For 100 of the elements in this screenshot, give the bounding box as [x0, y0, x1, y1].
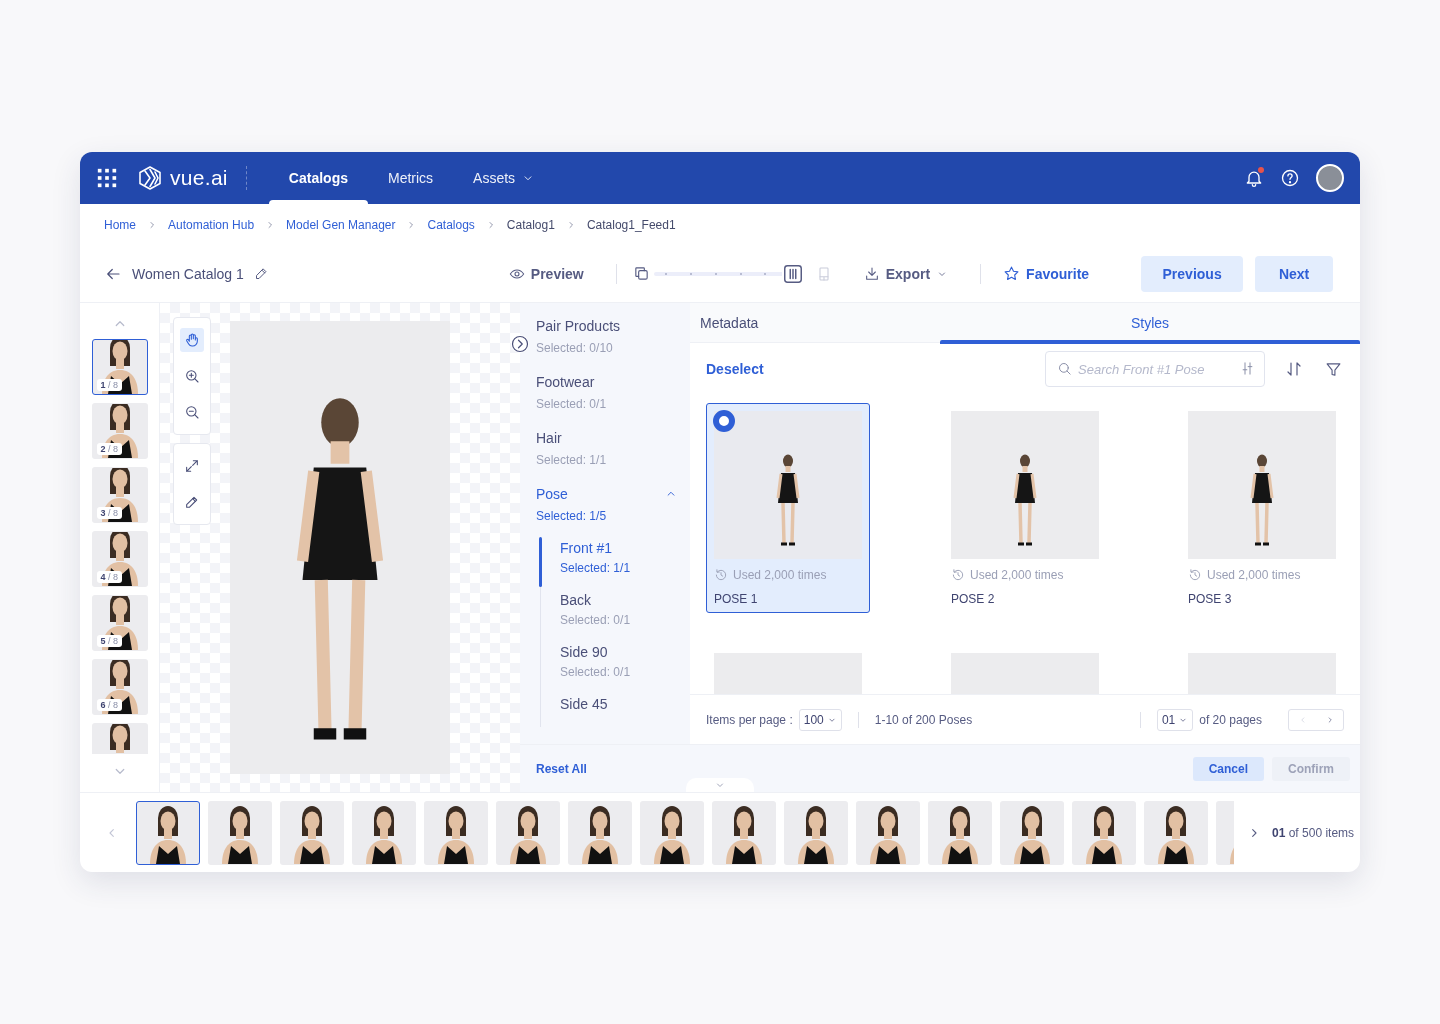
category-count: Selected: 0/1 — [536, 397, 608, 411]
category-name: Hair — [536, 430, 562, 446]
photo-thumbnail[interactable] — [1144, 800, 1208, 865]
subcategory-count: Selected: 1/1 — [560, 561, 632, 575]
sort-button[interactable] — [1285, 360, 1303, 378]
range-text: 1-10 of 200 Poses — [874, 712, 973, 727]
brand-name: vue.ai — [170, 166, 228, 190]
next-button[interactable]: Next — [1255, 255, 1334, 292]
category-count: Selected: 1/1 — [536, 453, 608, 467]
subcategory-item[interactable]: Side 90 Selected: 0/1 — [541, 641, 690, 693]
history-icon — [1188, 568, 1202, 582]
help-icon — [1280, 168, 1300, 188]
photo-thumbnail[interactable] — [1000, 800, 1064, 865]
subcategory-count: Selected: 0/1 — [560, 613, 632, 627]
subcategory-name: Side 90 — [560, 644, 608, 660]
subcategory-item[interactable]: Back Selected: 0/1 — [541, 589, 690, 641]
zoom-out-icon — [184, 404, 200, 420]
usage-count: Used 2,000 times — [970, 568, 1064, 582]
photo-thumbnail[interactable] — [928, 800, 992, 865]
cancel-button[interactable]: Cancel — [1192, 756, 1264, 781]
nav-tab[interactable]: Assets — [453, 152, 556, 204]
category-count: Selected: 1/5 — [536, 509, 608, 523]
photo-thumbnail[interactable] — [568, 800, 632, 865]
subcategory-name: Side 45 — [560, 696, 608, 712]
page-select[interactable]: 01 — [1156, 708, 1194, 731]
radio-selected-icon — [713, 410, 735, 432]
zoom-slider[interactable] — [653, 262, 804, 285]
category-item[interactable]: Pair Products Selected: 0/10 — [536, 317, 690, 373]
subcategory-count: Selected: 0/1 — [560, 665, 632, 679]
pose-card[interactable]: Used 2,000 times POSE 2 — [943, 403, 1107, 613]
view-thumbnail[interactable]: 3 / 8 — [91, 467, 148, 523]
pose-card[interactable]: Used 2,000 times POSE 3 — [1180, 403, 1344, 613]
panel-tab[interactable]: Styles — [940, 303, 1360, 343]
subcategory-item[interactable]: Side 45 — [541, 693, 690, 727]
breadcrumb-link[interactable]: Model Gen Manager — [286, 217, 396, 232]
breadcrumb-link[interactable]: Home — [104, 217, 136, 232]
view-thumbnail[interactable]: 5 / 8 — [91, 595, 148, 651]
items-per-page-label: Items per page : — [706, 712, 793, 727]
thumbnail-label: 1 / 8 — [96, 379, 123, 391]
category-name: Pose — [536, 486, 568, 502]
export-button[interactable]: Export — [863, 265, 949, 282]
preview-button[interactable]: Preview — [508, 265, 584, 282]
sliders-icon — [1240, 361, 1255, 376]
deselect-button[interactable]: Deselect — [706, 361, 764, 377]
photo-thumbnail[interactable] — [1072, 800, 1136, 865]
history-icon — [951, 568, 965, 582]
view-thumbnail[interactable]: 4 / 8 — [91, 531, 148, 587]
thumbnail-label: 4 / 8 — [96, 571, 123, 583]
photo-thumbnail[interactable] — [352, 800, 416, 865]
tool-button[interactable] — [180, 328, 204, 352]
pose-card[interactable]: Used 2,000 times POSE 1 — [706, 403, 870, 613]
pose-name: POSE 3 — [1188, 592, 1233, 606]
filter-icon — [1325, 360, 1342, 378]
photo-thumbnail[interactable] — [640, 800, 704, 865]
reset-all-button[interactable]: Reset All — [536, 761, 587, 776]
panel-tab[interactable]: Metadata — [690, 303, 940, 343]
nav-tab[interactable]: Metrics — [367, 152, 454, 204]
category-name: Footwear — [536, 374, 595, 390]
photo-thumbnail[interactable] — [784, 800, 848, 865]
photo-thumbnail[interactable] — [136, 800, 200, 865]
favourite-button[interactable]: Favourite — [1003, 265, 1090, 282]
expand-icon — [184, 458, 200, 474]
category-name: Pair Products — [536, 318, 621, 334]
photo-thumbnail[interactable] — [208, 800, 272, 865]
pencil-icon — [253, 266, 269, 281]
category-item[interactable]: Footwear Selected: 0/1 — [536, 373, 690, 429]
copy-icon — [632, 265, 650, 282]
breadcrumb-link[interactable]: Catalogs — [427, 217, 475, 232]
thumbnail-label: 3 / 8 — [96, 507, 123, 519]
view-thumbnail[interactable]: 1 / 8 — [91, 339, 148, 395]
edit-title-button[interactable] — [253, 266, 269, 281]
view-thumbnail[interactable]: 2 / 8 — [91, 403, 148, 459]
search-field[interactable]: Search Front #1 Pose — [1045, 351, 1265, 387]
category-item[interactable]: Pose Selected: 1/5 Front #1 Selected: 1/1 Back Selected: 0/1 Side 90 Selected: 0/1 Side 45 — [536, 485, 690, 744]
zoom-in-icon — [184, 368, 200, 384]
photo-thumbnail[interactable] — [424, 800, 488, 865]
subcategory-name: Back — [560, 592, 592, 608]
notification-button[interactable] — [1244, 168, 1264, 188]
thumbnail-label: 5 / 8 — [96, 635, 123, 647]
item-counter: 01 of 500 items — [1272, 825, 1355, 840]
photo-thumbnail[interactable] — [856, 800, 920, 865]
view-thumbnail[interactable]: 6 / 8 — [91, 659, 148, 715]
previous-button[interactable]: Previous — [1141, 255, 1244, 292]
breadcrumb-link[interactable]: Automation Hub — [168, 217, 255, 232]
page-count: of 20 pages — [1199, 712, 1262, 727]
per-page-select[interactable]: 100 — [798, 708, 842, 731]
pencil-icon — [184, 494, 200, 510]
avatar[interactable] — [1316, 164, 1344, 192]
hand-icon — [184, 332, 200, 348]
help-button[interactable] — [1280, 168, 1300, 188]
copy-button[interactable] — [632, 265, 650, 282]
thumbnail-label: 6 / 8 — [96, 699, 123, 711]
category-item[interactable]: Hair Selected: 1/1 — [536, 429, 690, 485]
subcategory-item[interactable]: Front #1 Selected: 1/1 — [541, 537, 690, 589]
catalog-title: Women Catalog 1 — [132, 265, 244, 282]
photo-thumbnail[interactable] — [280, 800, 344, 865]
nav-tab[interactable]: Catalogs — [268, 152, 368, 204]
filter-button[interactable] — [1325, 360, 1342, 378]
photo-thumbnail[interactable] — [496, 800, 560, 865]
photo-thumbnail[interactable] — [712, 800, 776, 865]
